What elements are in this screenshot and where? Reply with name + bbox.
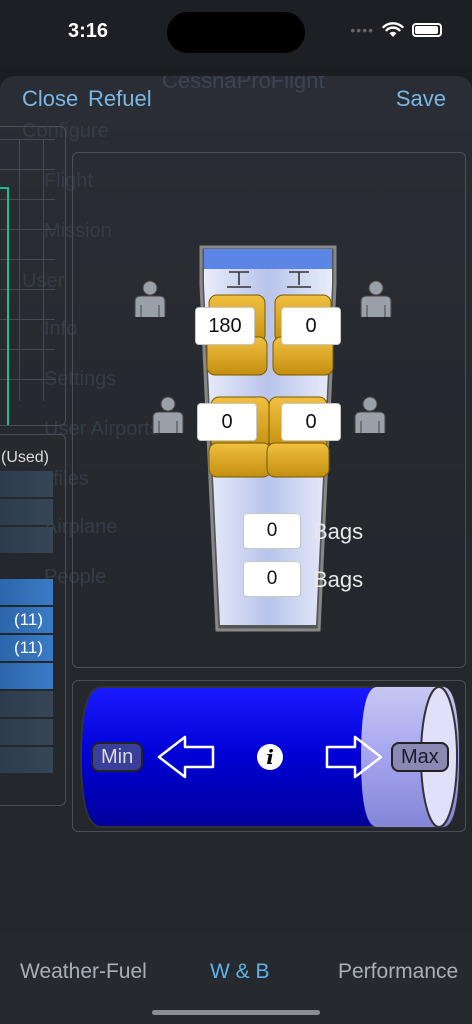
list-item[interactable] [0, 471, 53, 497]
rear-right-seat-weight[interactable] [281, 403, 341, 441]
rear-left-seat-weight[interactable] [197, 403, 257, 441]
baggage-1-input[interactable] [243, 513, 301, 549]
seat-loading-panel: Bags Bags [72, 152, 466, 668]
list-item[interactable] [0, 499, 53, 525]
baggage-2-label: Bags [313, 567, 364, 592]
close-button[interactable]: Close [22, 86, 78, 112]
list-item[interactable]: (11) [0, 635, 53, 661]
front-right-seat-weight[interactable] [281, 307, 341, 345]
baggage-1-label: Bags [313, 519, 364, 544]
front-left-seat-weight[interactable] [195, 307, 255, 345]
list-item[interactable] [0, 527, 53, 553]
baggage-2-input[interactable] [243, 561, 301, 597]
passenger-icon [360, 280, 392, 317]
status-time: 3:16 [68, 20, 109, 42]
cg-envelope-line [0, 187, 9, 425]
passenger-icon [134, 280, 166, 317]
list-item[interactable] [0, 719, 53, 745]
cellular-icon: •••• [350, 22, 374, 38]
cg-graph-panel: 48 [0, 126, 66, 426]
passenger-icon [152, 396, 184, 433]
ghost-app-title: CessnaProFlight [162, 76, 325, 93]
list-item[interactable] [0, 747, 53, 773]
info-icon[interactable]: i [257, 744, 283, 770]
dynamic-island [167, 12, 305, 53]
home-indicator [152, 1010, 320, 1015]
battery-icon [412, 23, 442, 37]
refuel-button[interactable]: Refuel [88, 86, 152, 112]
list-item[interactable]: (11) [0, 607, 53, 633]
status-icons: •••• [350, 22, 442, 38]
tab-weather-fuel[interactable]: Weather-Fuel [20, 960, 147, 984]
tab-weight-balance[interactable]: W & B [210, 960, 270, 984]
passenger-icon [354, 396, 386, 433]
wifi-icon [382, 22, 404, 37]
fuel-list-panel: (Used) (11) (11) [0, 434, 66, 806]
list-item[interactable] [0, 663, 53, 689]
save-button[interactable]: Save [396, 86, 446, 112]
used-column-header: (Used) [1, 449, 50, 466]
min-fuel-button[interactable]: Min [91, 742, 144, 772]
list-item[interactable] [0, 579, 53, 605]
max-fuel-button[interactable]: Max [391, 742, 449, 772]
list-item[interactable] [0, 691, 53, 717]
tab-performance[interactable]: Performance [338, 960, 458, 984]
fuel-tank-panel: Min i Max [72, 680, 466, 832]
status-bar: 3:16 •••• [0, 0, 472, 66]
wb-sheet: CessnaProFlight Configure Flight Mission… [0, 76, 472, 932]
